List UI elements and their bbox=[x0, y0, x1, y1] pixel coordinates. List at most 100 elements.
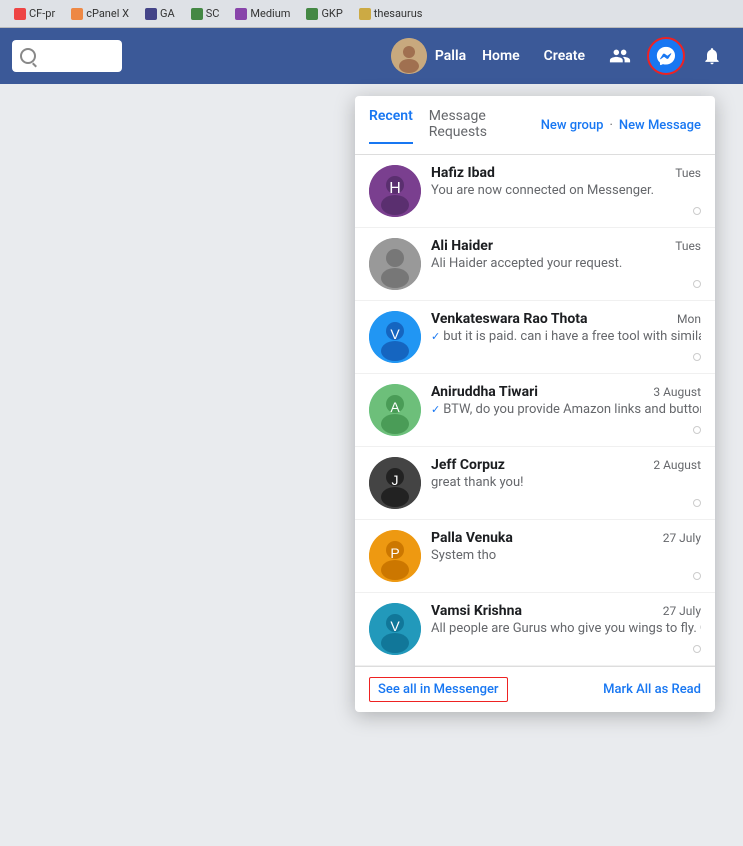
message-status-dot bbox=[693, 353, 701, 361]
mark-all-as-read-link[interactable]: Mark All as Read bbox=[603, 682, 701, 697]
new-group-link[interactable]: New group bbox=[541, 118, 604, 133]
avatar: A bbox=[369, 384, 421, 436]
message-status-dot bbox=[693, 426, 701, 434]
message-body: Vamsi Krishna 27 July All people are Gur… bbox=[431, 603, 701, 636]
message-time: Mon bbox=[677, 312, 701, 326]
message-sender-name: Palla Venuka bbox=[431, 530, 513, 546]
nav-home[interactable]: Home bbox=[474, 44, 528, 68]
search-icon bbox=[20, 48, 36, 64]
tab-label-gkp: GKP bbox=[321, 7, 342, 20]
tab-dot-cfpr bbox=[14, 8, 26, 20]
message-item[interactable]: H Hafiz Ibad Tues You are now connected … bbox=[355, 155, 715, 228]
message-status-dot bbox=[693, 499, 701, 507]
avatar: P bbox=[369, 530, 421, 582]
avatar: V bbox=[369, 603, 421, 655]
search-box[interactable] bbox=[12, 40, 122, 72]
message-time: Tues bbox=[675, 166, 701, 180]
tab-sc[interactable]: SC bbox=[185, 5, 226, 22]
message-body: Venkateswara Rao Thota Mon ✓ but it is p… bbox=[431, 311, 701, 344]
messenger-icon-button[interactable] bbox=[647, 37, 685, 75]
panel-actions: New group · New Message bbox=[541, 118, 701, 133]
checkmark-icon: ✓ bbox=[431, 330, 440, 343]
message-body: Jeff Corpuz 2 August great thank you! bbox=[431, 457, 701, 490]
message-preview: ✓ BTW, do you provide Amazon links and b… bbox=[431, 402, 701, 417]
message-preview: You are now connected on Messenger. bbox=[431, 183, 701, 198]
message-list: H Hafiz Ibad Tues You are now connected … bbox=[355, 155, 715, 666]
message-time: 3 August bbox=[653, 385, 701, 399]
message-preview: Ali Haider accepted your request. bbox=[431, 256, 701, 271]
message-name-row: Ali Haider Tues bbox=[431, 238, 701, 254]
message-status-dot bbox=[693, 207, 701, 215]
tab-label-thesaurus: thesaurus bbox=[374, 7, 423, 20]
tab-ga[interactable]: GA bbox=[139, 5, 181, 22]
message-name-row: Hafiz Ibad Tues bbox=[431, 165, 701, 181]
message-item[interactable]: A Aniruddha Tiwari 3 August ✓ BTW, do yo… bbox=[355, 374, 715, 447]
tab-medium[interactable]: Medium bbox=[229, 5, 296, 22]
new-message-link[interactable]: New Message bbox=[619, 118, 701, 133]
avatar bbox=[391, 38, 427, 74]
tab-label-medium: Medium bbox=[250, 7, 290, 20]
panel-tabs: Recent Message Requests bbox=[369, 106, 541, 144]
see-all-in-messenger-link[interactable]: See all in Messenger bbox=[369, 677, 508, 702]
message-body: Palla Venuka 27 July System tho bbox=[431, 530, 701, 563]
message-item[interactable]: Ali Haider Tues Ali Haider accepted your… bbox=[355, 228, 715, 301]
nav-create[interactable]: Create bbox=[536, 44, 593, 68]
message-time: 2 August bbox=[653, 458, 701, 472]
svg-text:V: V bbox=[390, 618, 400, 634]
message-status-dot bbox=[693, 645, 701, 653]
tab-cpanel[interactable]: cPanel X bbox=[65, 5, 135, 22]
svg-text:V: V bbox=[390, 326, 400, 342]
message-status-dot bbox=[693, 280, 701, 288]
browser-tabs: CF-pr cPanel X GA SC Medium GKP thesauru… bbox=[0, 0, 743, 28]
tab-dot-thesaurus bbox=[359, 8, 371, 20]
action-separator: · bbox=[609, 118, 612, 133]
tab-recent[interactable]: Recent bbox=[369, 106, 413, 144]
message-name-row: Aniruddha Tiwari 3 August bbox=[431, 384, 701, 400]
avatar: J bbox=[369, 457, 421, 509]
message-item[interactable]: P Palla Venuka 27 July System tho bbox=[355, 520, 715, 593]
message-name-row: Palla Venuka 27 July bbox=[431, 530, 701, 546]
tab-cfpr[interactable]: CF-pr bbox=[8, 5, 61, 22]
message-sender-name: Venkateswara Rao Thota bbox=[431, 311, 587, 327]
message-item[interactable]: V Vamsi Krishna 27 July All people are G… bbox=[355, 593, 715, 666]
message-sender-name: Hafiz Ibad bbox=[431, 165, 495, 181]
people-icon bbox=[609, 45, 631, 67]
svg-text:A: A bbox=[390, 399, 400, 415]
svg-text:J: J bbox=[392, 472, 399, 488]
nav-username: Palla bbox=[435, 48, 466, 64]
nav-user[interactable]: Palla bbox=[391, 38, 466, 74]
tab-label-cfpr: CF-pr bbox=[29, 7, 55, 20]
message-name-row: Jeff Corpuz 2 August bbox=[431, 457, 701, 473]
tab-dot-gkp bbox=[306, 8, 318, 20]
message-preview: great thank you! bbox=[431, 475, 701, 490]
avatar bbox=[369, 238, 421, 290]
panel-footer: See all in Messenger Mark All as Read bbox=[355, 666, 715, 712]
tab-gkp[interactable]: GKP bbox=[300, 5, 348, 22]
message-name-row: Vamsi Krishna 27 July bbox=[431, 603, 701, 619]
tab-dot-sc bbox=[191, 8, 203, 20]
tab-dot-ga bbox=[145, 8, 157, 20]
tab-label-sc: SC bbox=[206, 7, 220, 20]
facebook-navbar: Palla Home Create bbox=[0, 28, 743, 84]
svg-text:H: H bbox=[389, 180, 401, 197]
message-preview: ✓ but it is paid. can i have a free tool… bbox=[431, 329, 701, 344]
avatar: H bbox=[369, 165, 421, 217]
tab-message-requests[interactable]: Message Requests bbox=[429, 106, 541, 144]
message-item[interactable]: V Venkateswara Rao Thota Mon ✓ but it is… bbox=[355, 301, 715, 374]
tab-thesaurus[interactable]: thesaurus bbox=[353, 5, 429, 22]
message-item[interactable]: J Jeff Corpuz 2 August great thank you! bbox=[355, 447, 715, 520]
tab-label-ga: GA bbox=[160, 7, 175, 20]
message-time: 27 July bbox=[663, 531, 701, 545]
message-sender-name: Aniruddha Tiwari bbox=[431, 384, 538, 400]
message-time: Tues bbox=[675, 239, 701, 253]
notifications-icon-button[interactable] bbox=[693, 37, 731, 75]
svg-text:P: P bbox=[390, 545, 399, 561]
message-body: Aniruddha Tiwari 3 August ✓ BTW, do you … bbox=[431, 384, 701, 417]
avatar: V bbox=[369, 311, 421, 363]
message-sender-name: Jeff Corpuz bbox=[431, 457, 505, 473]
tab-label-cpanel: cPanel X bbox=[86, 7, 129, 20]
people-icon-button[interactable] bbox=[601, 37, 639, 75]
message-time: 27 July bbox=[663, 604, 701, 618]
panel-header: Recent Message Requests New group · New … bbox=[355, 96, 715, 155]
message-preview: All people are Gurus who give you wings … bbox=[431, 621, 701, 636]
